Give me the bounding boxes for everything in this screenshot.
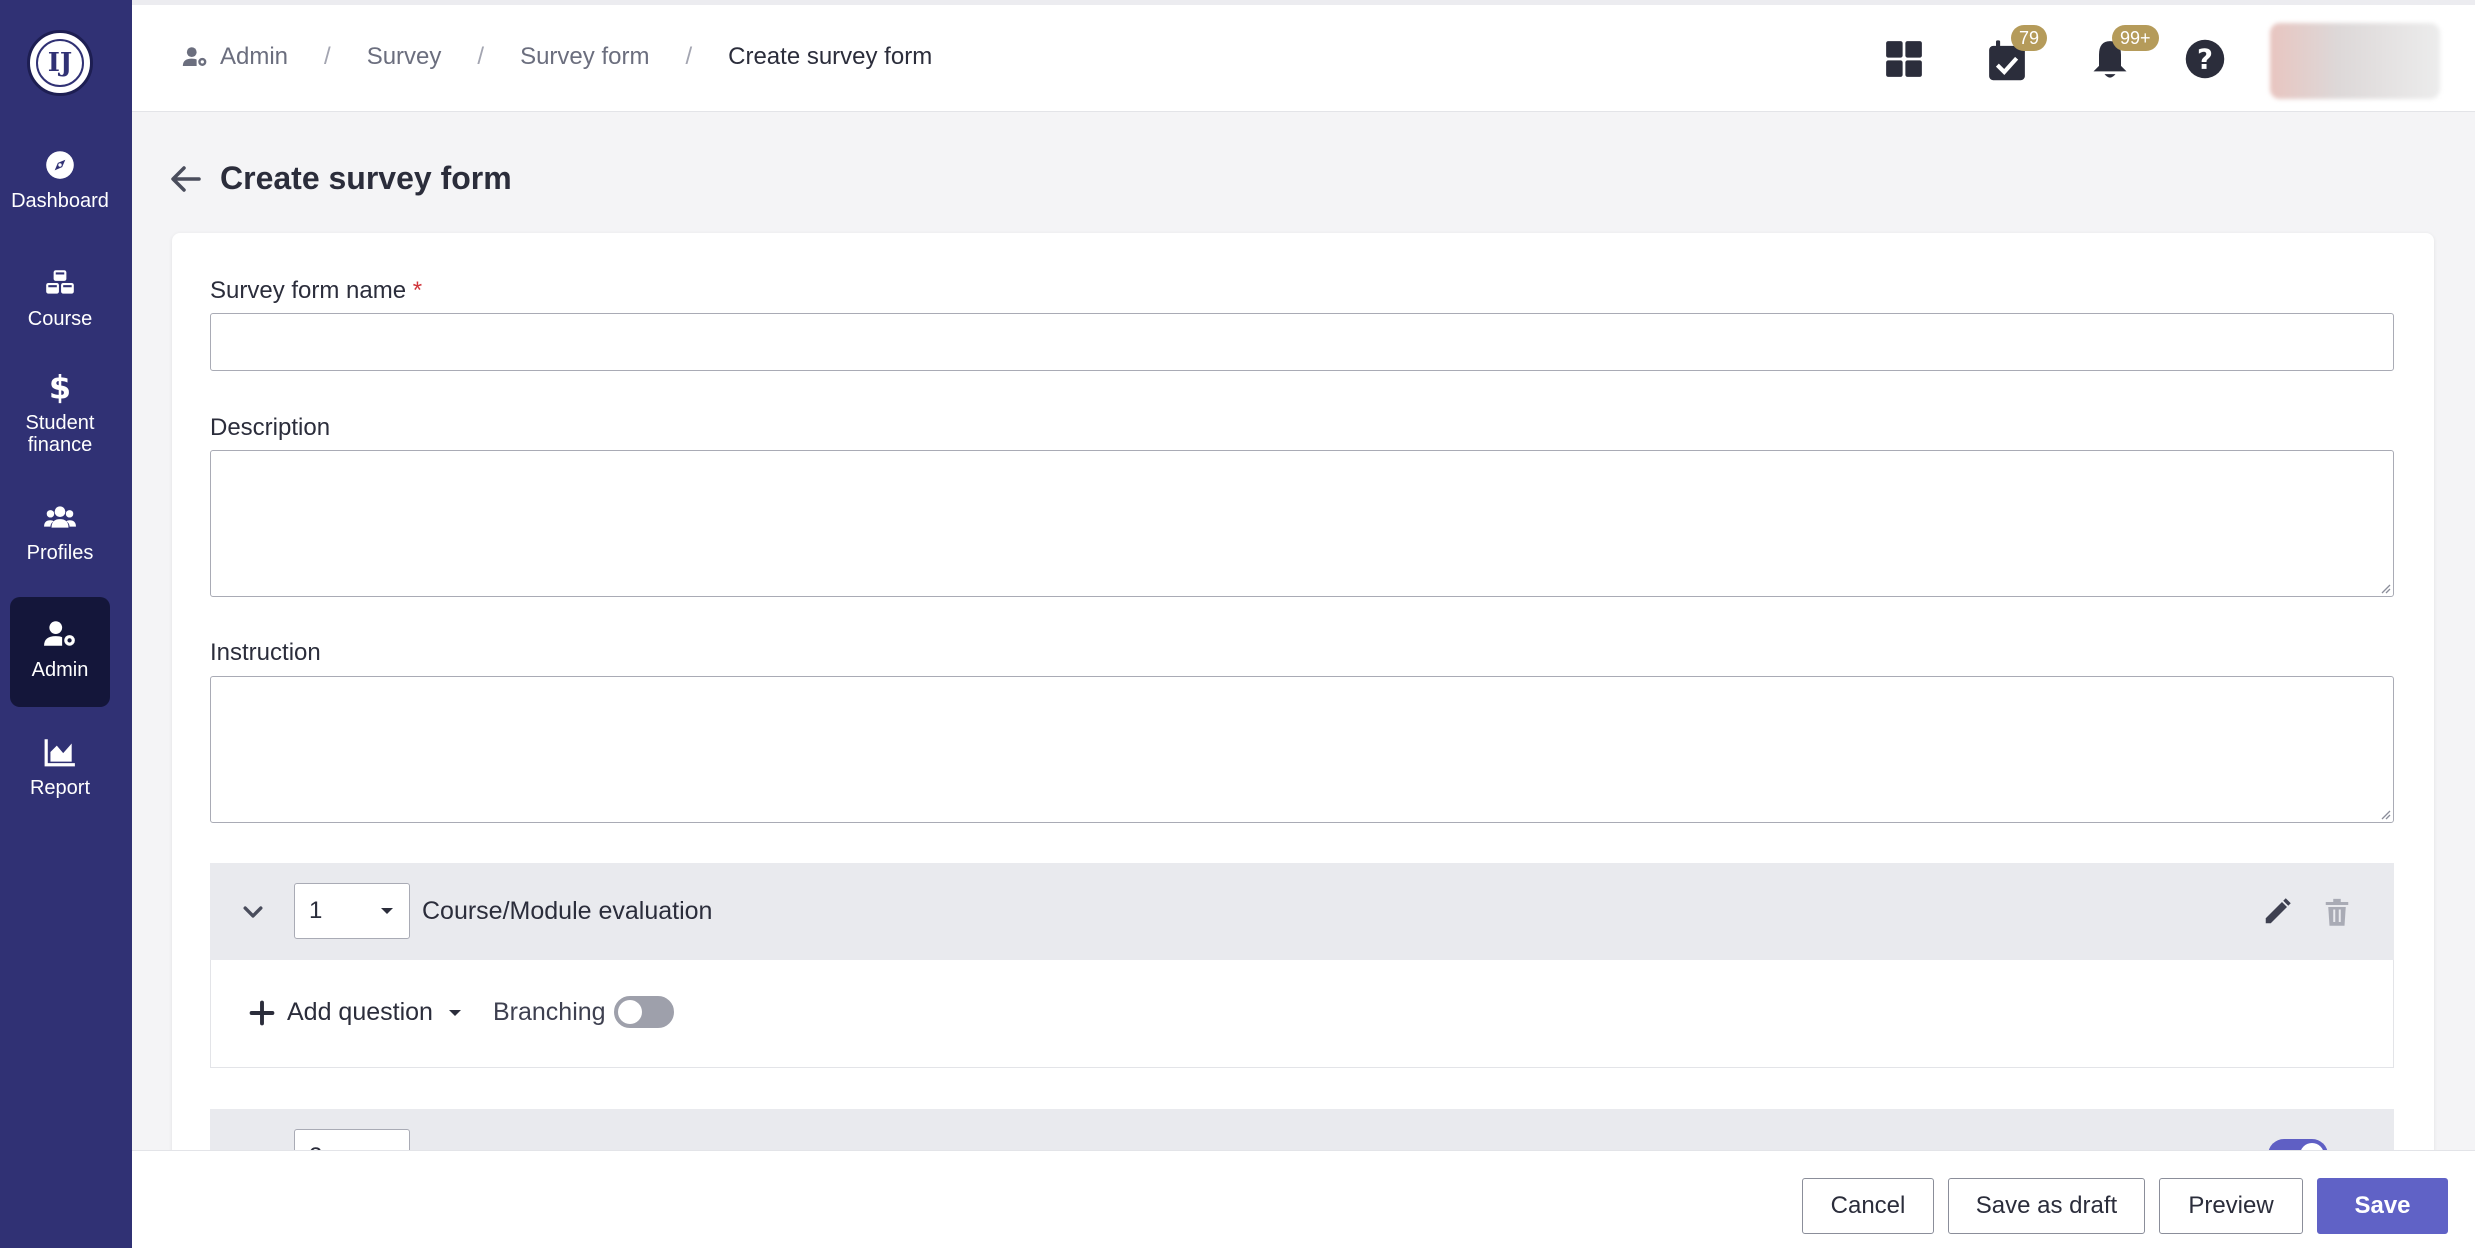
page-title: Create survey form [220, 160, 512, 196]
sidebar-item-profiles[interactable]: Profiles [10, 500, 110, 564]
survey-form-name-label-text: Survey form name [210, 277, 407, 304]
section-title: Course/Module evaluation [422, 897, 713, 925]
cancel-button[interactable]: Cancel [1802, 1178, 1934, 1234]
breadcrumb-survey-form[interactable]: Survey form [520, 43, 649, 71]
sidebar-item-label: Admin [31, 659, 89, 681]
notifications-badge: 99+ [2112, 25, 2159, 51]
pencil-icon[interactable] [2262, 897, 2292, 927]
sidebar-item-label: Profiles [26, 542, 94, 564]
sidebar-item-student-finance[interactable]: $ Student finance [10, 370, 110, 456]
area-chart-icon [44, 739, 75, 767]
sidebar-item-label: Report [29, 777, 91, 799]
sidebar-item-label: Dashboard [11, 190, 109, 212]
sidebar-item-admin[interactable]: Admin [10, 597, 110, 707]
sidebar-item-course[interactable]: Course [10, 266, 110, 330]
svg-text:$: $ [49, 370, 71, 404]
sidebar-item-label: Course [27, 308, 93, 330]
breadcrumb-separator: / [477, 43, 485, 70]
description-label: Description [210, 414, 331, 441]
chevron-down-icon[interactable] [240, 899, 266, 925]
logo-mark: IJ [36, 39, 84, 87]
survey-form-name-input[interactable] [210, 313, 2394, 371]
breadcrumb-current: Create survey form [728, 43, 933, 70]
apps-grid-icon[interactable] [1882, 37, 1926, 81]
breadcrumb-separator: / [685, 43, 693, 70]
section-body: Add question Branching [210, 960, 2394, 1068]
survey-form-name-label: Survey form name * [210, 277, 422, 305]
resize-handle-icon[interactable] [2379, 808, 2391, 820]
add-question-label: Add question [287, 998, 433, 1026]
section-header: 1 Course/Module evaluation [210, 863, 2394, 960]
section-number-value: 1 [309, 897, 323, 924]
breadcrumb-survey[interactable]: Survey [367, 43, 442, 71]
sidebar-item-label: Student finance [25, 412, 95, 456]
sidebar: IJ Dashboard Course $ Student finance Pr… [0, 0, 132, 1248]
user-gear-icon [44, 621, 75, 646]
user-avatar[interactable] [2270, 23, 2440, 99]
top-bar: Admin / Survey / Survey form / Create su… [132, 0, 2475, 112]
preview-button[interactable]: Preview [2159, 1178, 2303, 1234]
instruction-textarea[interactable] [210, 676, 2394, 823]
resize-handle-icon[interactable] [2379, 582, 2391, 594]
breadcrumb: Admin / Survey / Survey form / Create su… [182, 43, 932, 71]
plus-icon [249, 1000, 275, 1025]
dollar-icon: $ [49, 370, 71, 404]
required-mark: * [412, 277, 423, 304]
trash-icon[interactable] [2322, 897, 2352, 927]
sidebar-item-dashboard[interactable]: Dashboard [10, 148, 110, 212]
description-textarea[interactable] [210, 450, 2394, 597]
caret-down-icon [381, 908, 393, 914]
form-footer: Cancel Save as draft Preview Save [132, 1150, 2475, 1248]
users-icon [44, 506, 76, 528]
page-header: Create survey form [170, 160, 512, 197]
help-icon[interactable]: ? [2183, 37, 2227, 81]
sidebar-item-report[interactable]: Report [10, 735, 110, 799]
add-question-button[interactable]: Add question [249, 998, 463, 1027]
tasks-badge: 79 [2011, 25, 2048, 51]
survey-section: 1 Course/Module evaluation Add question … [210, 863, 2394, 1068]
breadcrumb-separator: / [324, 43, 331, 70]
branching-label: Branching [493, 998, 606, 1026]
branching-toggle[interactable] [614, 996, 674, 1028]
survey-form-card: Survey form name * Description Instructi… [172, 233, 2434, 1233]
app-logo[interactable]: IJ [27, 30, 93, 96]
user-gear-icon [182, 47, 207, 66]
toggle-knob [618, 1000, 642, 1024]
back-arrow-icon[interactable] [170, 163, 202, 195]
breadcrumb-admin[interactable]: Admin [220, 43, 288, 71]
svg-text:?: ? [2197, 44, 2213, 76]
section-number-select[interactable]: 1 [294, 883, 410, 939]
save-button[interactable]: Save [2317, 1178, 2448, 1234]
cubes-icon [46, 270, 74, 294]
save-as-draft-button[interactable]: Save as draft [1948, 1178, 2145, 1234]
compass-icon [46, 151, 74, 179]
instruction-label: Instruction [210, 639, 321, 666]
caret-down-icon [448, 1009, 461, 1016]
